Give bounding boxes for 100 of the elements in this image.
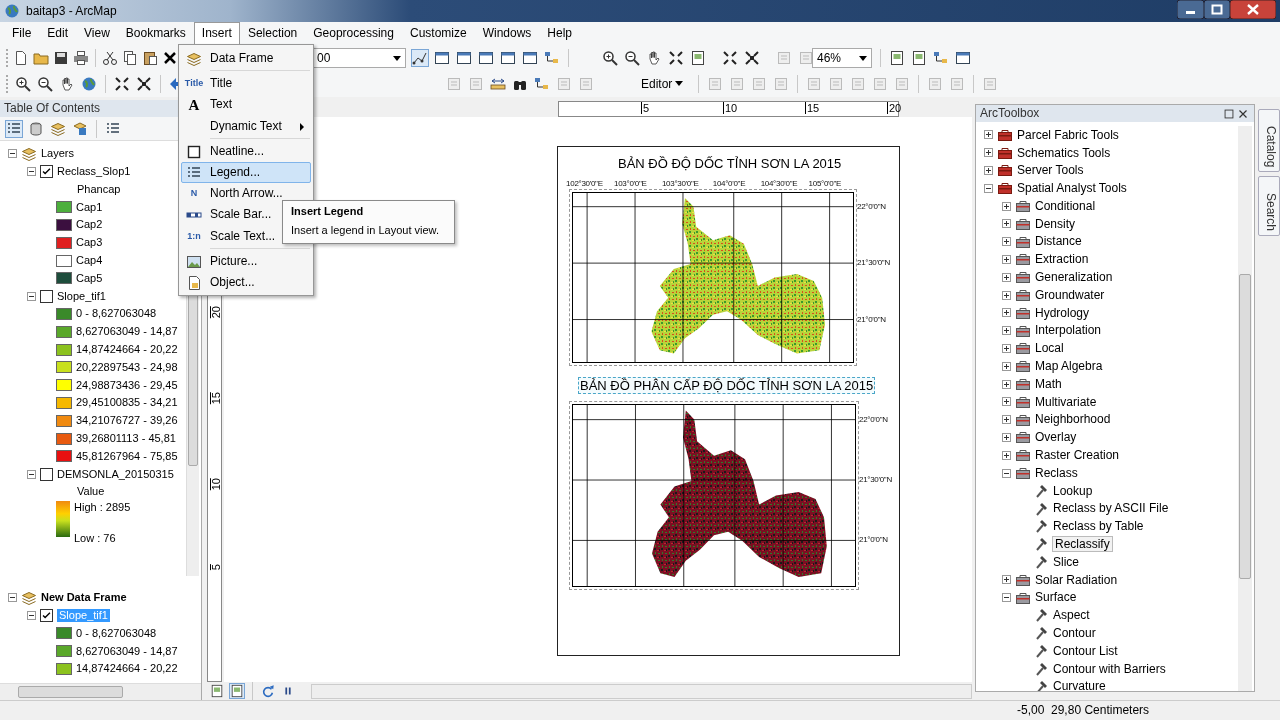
delete-icon[interactable] (162, 50, 178, 66)
expand-icon[interactable] (984, 148, 993, 158)
expand-icon[interactable] (984, 130, 993, 140)
toolbox-item[interactable]: Overlay (1035, 430, 1077, 445)
window-icon[interactable] (522, 50, 538, 66)
tool-item[interactable]: Reclass by ASCII File (1053, 501, 1169, 516)
expand-icon[interactable] (1002, 397, 1011, 407)
toolbox-item[interactable]: Server Tools (1017, 163, 1084, 178)
tool-item[interactable]: Aspect (1053, 608, 1090, 623)
window-icon[interactable] (500, 50, 516, 66)
expand-icon[interactable] (1002, 272, 1011, 282)
refresh-icon[interactable] (261, 684, 275, 698)
layer-source-icon[interactable] (72, 120, 88, 137)
collapse-icon[interactable] (27, 611, 36, 621)
toolbox-item[interactable]: Generalization (1035, 270, 1113, 285)
fixed-zoom-in-icon[interactable] (114, 76, 130, 92)
menu-item[interactable]: N North Arrow... (181, 183, 311, 204)
expand-icon[interactable] (1002, 254, 1011, 264)
close-button[interactable] (1230, 0, 1276, 19)
expand-icon[interactable] (1002, 219, 1011, 229)
toolbox-item[interactable]: Groundwater (1035, 287, 1105, 303)
save-icon[interactable] (53, 50, 69, 66)
menu-item[interactable]: A Text (181, 94, 311, 115)
map-title[interactable]: BẢN ĐỒ PHÂN CẤP ĐỘ DỐC TỈNH SƠN LA 2015 (578, 377, 876, 394)
expand-icon[interactable] (1002, 201, 1011, 211)
layer-checkbox[interactable] (40, 289, 53, 303)
layer-name[interactable]: Reclass_Slop1 (57, 165, 131, 179)
tool-item[interactable]: Curvature (1053, 679, 1106, 691)
tool-item[interactable]: Reclassify (1053, 537, 1112, 552)
map-drawing[interactable] (572, 404, 856, 587)
toolbox-item[interactable]: Raster Creation (1035, 448, 1120, 463)
collapse-icon[interactable] (27, 469, 36, 479)
scrollbar[interactable] (0, 683, 201, 700)
menu-item[interactable]: Windows (474, 22, 540, 45)
collapse-icon[interactable] (8, 593, 17, 603)
toolbox-item[interactable]: Neighborhood (1035, 412, 1111, 427)
menu-item[interactable]: Selection (239, 22, 306, 45)
tool-item[interactable]: Lookup (1053, 483, 1093, 499)
zoom-percent-combo-box[interactable]: 46% (812, 48, 872, 68)
layer-name[interactable]: DEMSONLA_20150315 (57, 467, 174, 481)
expand-icon[interactable] (1002, 361, 1011, 371)
window-icon[interactable] (434, 50, 450, 66)
page-icon[interactable] (911, 50, 927, 66)
menu-item[interactable]: Object... (181, 272, 311, 293)
menu-item[interactable]: Picture... (181, 251, 311, 272)
toolbox-item[interactable]: Surface (1035, 590, 1077, 605)
collapse-icon[interactable] (27, 167, 36, 177)
tool-item[interactable]: Slice (1053, 554, 1079, 570)
map-title[interactable]: BẢN ĐỒ ĐỘ DỐC TỈNH SƠN LA 2015 (616, 155, 844, 172)
print-icon[interactable] (73, 50, 89, 66)
toolbox-item[interactable]: Schematics Tools (1017, 145, 1111, 160)
menu-item[interactable]: File (4, 22, 40, 45)
zoom-whole-page-icon[interactable] (722, 50, 738, 66)
window-icon[interactable] (478, 50, 494, 66)
menu-item[interactable]: Edit (39, 22, 77, 45)
toolbox-item[interactable]: Map Algebra (1035, 359, 1103, 374)
collapse-icon[interactable] (8, 149, 17, 159)
expand-icon[interactable] (1002, 575, 1011, 585)
maximize-button[interactable] (1204, 0, 1230, 19)
toolbox-item[interactable]: Hydrology (1035, 305, 1090, 321)
expand-icon[interactable] (1002, 450, 1011, 460)
hand-icon[interactable] (59, 76, 75, 92)
layout-view-icon[interactable] (230, 684, 244, 698)
page-icon[interactable] (690, 50, 706, 66)
window-icon[interactable] (955, 50, 971, 66)
expand-icon[interactable] (984, 166, 993, 175)
expand-icon[interactable] (1002, 326, 1011, 336)
data-frame-name[interactable]: Layers (41, 147, 75, 161)
toolbox-item[interactable]: Local (1035, 341, 1064, 356)
tool-item[interactable]: Contour List (1053, 643, 1118, 659)
toolbox-item[interactable]: Reclass (1035, 465, 1078, 481)
model-icon[interactable] (933, 50, 949, 66)
collapse-icon[interactable] (984, 183, 993, 193)
toolbox-item[interactable]: Spatial Analyst Tools (1017, 181, 1127, 196)
collapse-icon[interactable] (27, 291, 36, 301)
toolbox-item[interactable]: Math (1035, 376, 1062, 392)
fixed-zoom-icon[interactable] (668, 50, 684, 66)
menu-item[interactable]: Help (539, 22, 581, 45)
layer-name[interactable]: Slope_tif1 (57, 289, 106, 303)
minimize-button[interactable] (1177, 0, 1204, 19)
menu-item[interactable]: Neatline... (181, 141, 311, 162)
toolbox-item[interactable]: Parcel Fabric Tools (1017, 127, 1119, 143)
new-document-icon[interactable] (13, 50, 29, 66)
toolbox-item[interactable]: Density (1035, 216, 1075, 232)
toolbox-item[interactable]: Interpolation (1035, 323, 1102, 338)
copy-icon[interactable] (122, 50, 138, 66)
tool-item[interactable]: Reclass by Table (1053, 519, 1144, 534)
edit-vertices-icon[interactable] (412, 50, 428, 66)
measure-icon[interactable] (490, 76, 506, 92)
expand-icon[interactable] (1002, 308, 1011, 318)
zoom-in-icon[interactable] (602, 50, 618, 66)
toolbox-item[interactable]: Solar Radiation (1035, 572, 1118, 587)
list-by-drawing-order-icon[interactable] (6, 120, 22, 137)
menu-item[interactable]: Legend... (181, 162, 311, 183)
expand-icon[interactable] (1002, 343, 1011, 353)
collapse-icon[interactable] (1002, 468, 1011, 478)
menu-item[interactable]: View (76, 22, 118, 45)
zoom-out-icon[interactable] (37, 76, 53, 92)
scrollbar[interactable] (311, 683, 972, 699)
menu-item[interactable]: Title Title (181, 73, 311, 94)
